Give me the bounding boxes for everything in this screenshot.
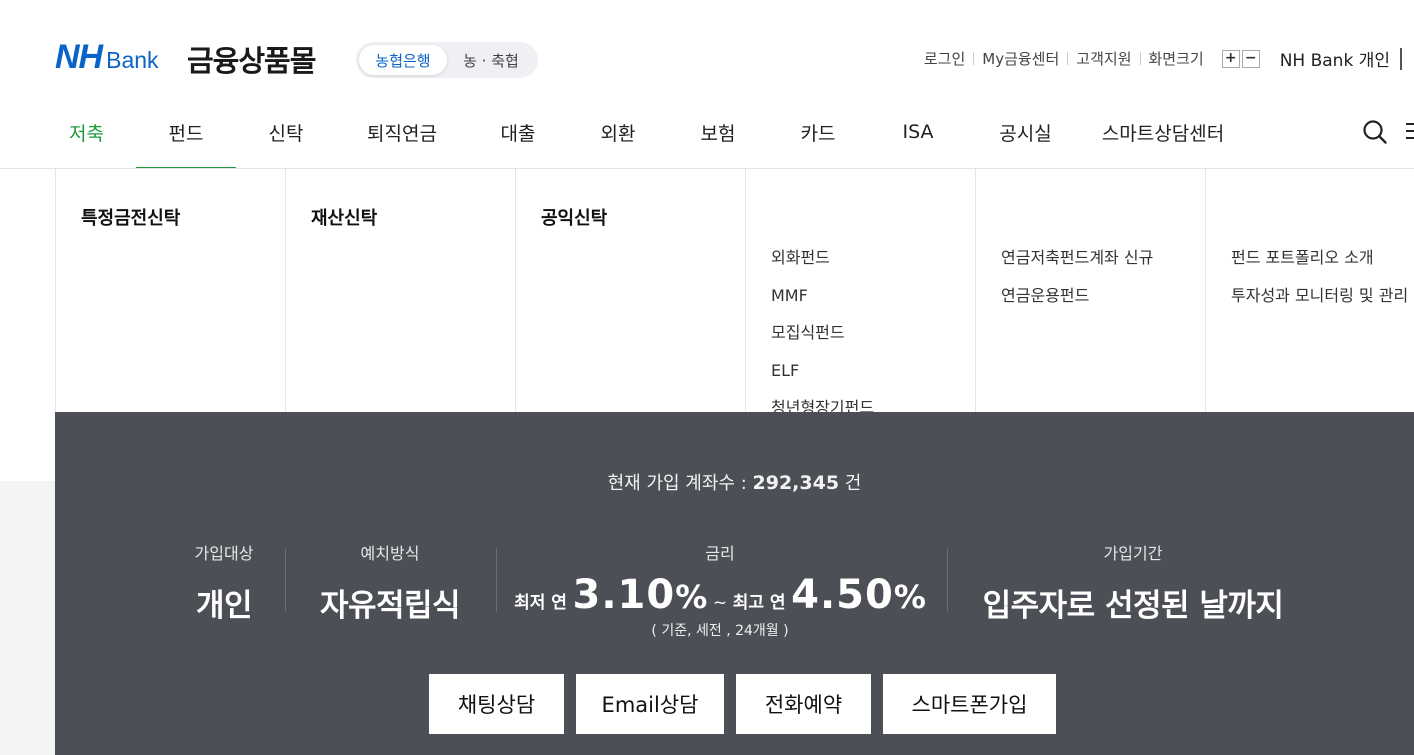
divider xyxy=(285,548,286,612)
menu-link-performance-monitoring[interactable]: 투자성과 모니터링 및 관리 xyxy=(1231,284,1408,322)
menu-link-youth-long-term-fund[interactable]: 청년형장기펀드 xyxy=(771,396,874,412)
mega-column: 공익신탁 xyxy=(515,169,745,412)
page-background-block xyxy=(0,481,55,755)
mega-column: 특정금전신탁 xyxy=(55,169,285,412)
site-title: 금융상품몰 xyxy=(187,44,316,78)
mega-column: 재산신탁 xyxy=(285,169,515,412)
method-value: 자유적립식 xyxy=(319,588,461,624)
mega-column: 연금저축펀드계좌 신규 연금운용펀드 xyxy=(975,169,1205,412)
menu-heading-specific-money-trust[interactable]: 특정금전신탁 xyxy=(81,204,180,230)
menu-link-mmf[interactable]: MMF xyxy=(771,284,874,322)
rate-range: 최저 연 3.10% ~ 최고 연 4.50% xyxy=(507,572,933,618)
divider xyxy=(1400,47,1402,70)
nav-insurance[interactable]: 보험 xyxy=(668,96,768,168)
rate-min-prefix: 최저 연 xyxy=(514,593,567,613)
nav-foreign-exchange[interactable]: 외환 xyxy=(568,96,668,168)
zoom-out-button[interactable]: − xyxy=(1241,49,1260,68)
rate-min-percent: % xyxy=(675,578,708,616)
chat-consult-button[interactable]: 채팅상담 xyxy=(429,674,564,734)
menu-link-elf[interactable]: ELF xyxy=(771,359,874,397)
nav-smart-consult-center[interactable]: 스마트상담센터 xyxy=(1083,96,1243,168)
toggle-nonghyup-bank[interactable]: 농협은행 xyxy=(359,45,447,75)
nav-loan[interactable]: 대출 xyxy=(468,96,568,168)
target-label: 가입대상 xyxy=(194,544,254,563)
divider xyxy=(947,548,948,612)
rate-max-value: 4.50 xyxy=(791,572,894,618)
portfolio-links: 펀드 포트폴리오 소개 투자성과 모니터링 및 관리 xyxy=(1231,246,1408,321)
mega-column: 펀드 포트폴리오 소개 투자성과 모니터링 및 관리 xyxy=(1205,169,1414,412)
pension-fund-links: 연금저축펀드계좌 신규 연금운용펀드 xyxy=(1001,246,1153,321)
search-icon[interactable] xyxy=(1362,119,1388,145)
service-select[interactable]: NH Bank 개인 xyxy=(1280,46,1390,71)
my-finance-center-link[interactable]: My금융센터 xyxy=(974,48,1067,69)
nav-fund[interactable]: 펀드 xyxy=(136,96,236,169)
rate-separator: ~ xyxy=(712,593,728,613)
mega-column: 외화펀드 MMF 모집식펀드 ELF 청년형장기펀드 xyxy=(745,169,975,412)
customer-support-link[interactable]: 고객지원 xyxy=(1068,48,1139,69)
action-buttons: 채팅상담 Email상담 전화예약 스마트폰가입 xyxy=(429,674,1068,734)
account-count: 현재 가입 계좌수 : 292,345 건 xyxy=(55,469,1414,495)
menu-link-offering-fund[interactable]: 모집식펀드 xyxy=(771,321,874,359)
product-summary-panel: 현재 가입 계좌수 : 292,345 건 가입대상 개인 예치방식 자유적립식… xyxy=(55,412,1414,755)
main-nav: 저축 펀드 신탁 퇴직연금 대출 외환 보험 카드 ISA 공시실 스마트상담센… xyxy=(37,96,1243,169)
phone-reservation-button[interactable]: 전화예약 xyxy=(736,674,871,734)
rate-label: 금리 xyxy=(705,544,735,563)
fund-type-links: 외화펀드 MMF 모집식펀드 ELF 청년형장기펀드 xyxy=(771,246,874,412)
nav-card[interactable]: 카드 xyxy=(768,96,868,168)
account-count-unit: 건 xyxy=(844,473,862,494)
toggle-nonghyup-coop[interactable]: 농 · 축협 xyxy=(447,45,535,75)
target-info: 가입대상 개인 xyxy=(173,540,275,625)
rate-min-value: 3.10 xyxy=(572,572,676,618)
bank-type-toggle: 농협은행 농 · 축협 xyxy=(356,42,538,78)
menu-icon[interactable] xyxy=(1404,120,1414,142)
nav-disclosure[interactable]: 공시실 xyxy=(968,96,1083,168)
utility-links: 로그인 My금융센터 고객지원 화면크기 + − NH Bank 개인 xyxy=(916,46,1402,71)
smartphone-signup-button[interactable]: 스마트폰가입 xyxy=(883,674,1056,734)
nav-isa[interactable]: ISA xyxy=(868,96,968,168)
menu-link-pension-managed-fund[interactable]: 연금운용펀드 xyxy=(1001,284,1153,322)
nh-bank-logo[interactable]: NH Bank xyxy=(55,40,159,74)
divider xyxy=(496,548,497,612)
menu-heading-public-trust[interactable]: 공익신탁 xyxy=(541,204,607,230)
zoom-in-button[interactable]: + xyxy=(1221,49,1240,68)
rate-note: ( 기준, 세전 , 24개월 ) xyxy=(651,623,789,639)
rate-max-prefix: 최고 연 xyxy=(732,593,786,613)
zoom-controls: + − xyxy=(1220,49,1260,68)
target-value: 개인 xyxy=(195,588,253,624)
nav-savings[interactable]: 저축 xyxy=(37,96,136,168)
menu-link-pension-savings-fund-new[interactable]: 연금저축펀드계좌 신규 xyxy=(1001,246,1153,284)
subscription-period-info: 가입기간 입주자로 선정된 날까지 xyxy=(960,540,1306,625)
fund-mega-menu: 특정금전신탁 재산신탁 공익신탁 외화펀드 MMF 모집식펀드 ELF 청년형장… xyxy=(55,169,1414,412)
method-label: 예치방식 xyxy=(360,544,420,563)
menu-link-portfolio-intro[interactable]: 펀드 포트폴리오 소개 xyxy=(1231,246,1408,284)
period-label: 가입기간 xyxy=(1103,544,1163,563)
menu-heading-property-trust[interactable]: 재산신탁 xyxy=(311,204,377,230)
login-link[interactable]: 로그인 xyxy=(916,48,973,69)
logo-bank-text: Bank xyxy=(106,47,159,73)
nav-trust[interactable]: 신탁 xyxy=(236,96,336,168)
logo-nh-text: NH xyxy=(55,38,103,76)
account-count-label: 현재 가입 계좌수 : xyxy=(607,473,747,494)
menu-link-foreign-fund[interactable]: 외화펀드 xyxy=(771,246,874,284)
account-count-value: 292,345 xyxy=(752,472,840,494)
period-value: 입주자로 선정된 날까지 xyxy=(982,588,1284,624)
interest-rate-info: 금리 최저 연 3.10% ~ 최고 연 4.50% ( 기준, 세전 , 24… xyxy=(507,540,933,640)
deposit-method-info: 예치방식 자유적립식 xyxy=(305,540,475,625)
nav-retirement-pension[interactable]: 퇴직연금 xyxy=(336,96,468,168)
email-consult-button[interactable]: Email상담 xyxy=(576,674,724,734)
rate-max-percent: % xyxy=(893,578,926,616)
screen-size-label: 화면크기 xyxy=(1148,50,1204,68)
